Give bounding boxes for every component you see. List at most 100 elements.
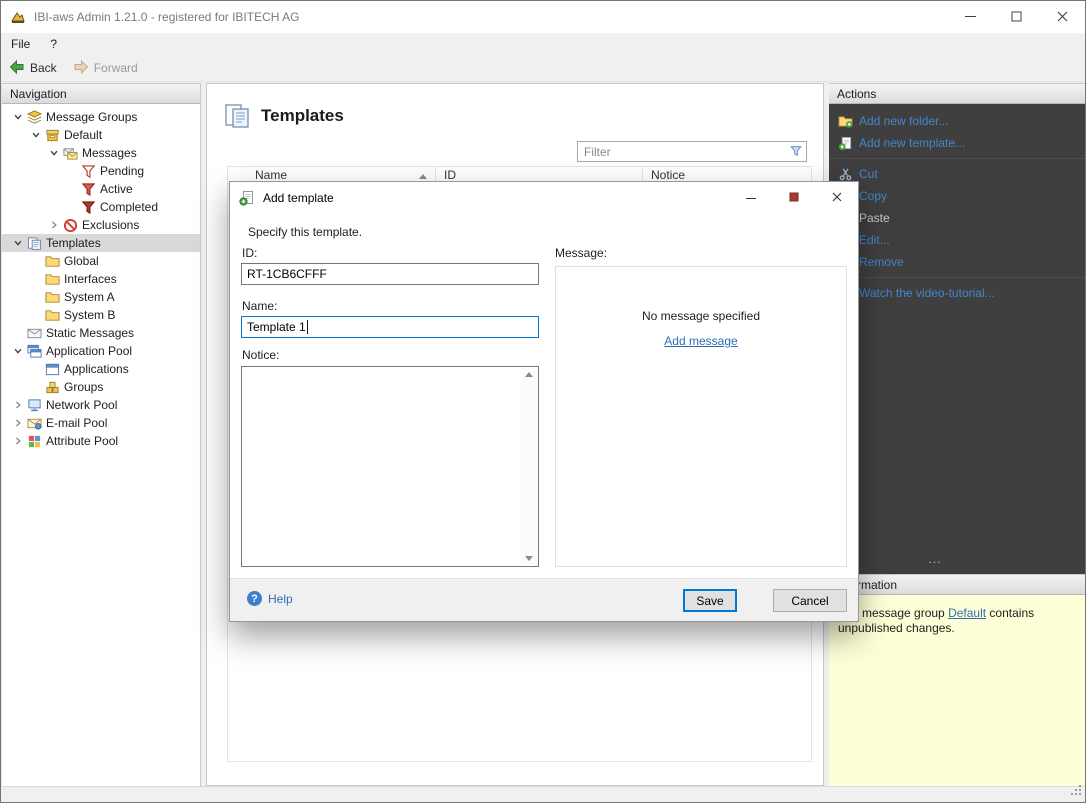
chevron-collapsed-icon[interactable]: [10, 397, 26, 413]
chevron-collapsed-icon[interactable]: [10, 433, 26, 449]
tree-item-messages[interactable]: Messages: [2, 144, 200, 162]
dialog-window-controls: [729, 182, 858, 212]
notice-label: Notice:: [242, 348, 279, 362]
chevron-expanded-icon[interactable]: [10, 235, 26, 251]
window-controls: [947, 1, 1085, 32]
minimize-button[interactable]: [947, 1, 993, 32]
chevron-expanded-icon[interactable]: [28, 127, 44, 143]
actions-separator: [829, 158, 1086, 159]
attribute-pool-icon: [26, 433, 42, 449]
dialog-footer: Help Save Cancel: [230, 578, 858, 621]
forward-button[interactable]: Forward: [65, 56, 146, 81]
action-add-new-folder[interactable]: Add new folder...: [829, 110, 1086, 132]
message-label: Message:: [555, 246, 607, 260]
folder-icon: [44, 253, 60, 269]
close-button[interactable]: [1039, 1, 1085, 32]
action-watch-video-tutorial[interactable]: Watch the video-tutorial...: [829, 282, 1086, 304]
information-header: Information: [829, 574, 1086, 595]
tree-item-templates[interactable]: Templates: [2, 234, 200, 252]
dialog-close-button[interactable]: [815, 182, 858, 212]
application-pool-icon: [26, 343, 42, 359]
scroll-up-icon[interactable]: [525, 372, 533, 377]
help-label: Help: [268, 592, 293, 606]
back-button[interactable]: Back: [1, 56, 65, 81]
tree-item-interfaces[interactable]: Interfaces: [2, 270, 200, 288]
chevron-placeholder: [28, 289, 44, 305]
tree-item-active[interactable]: Active: [2, 180, 200, 198]
chevron-placeholder: [28, 361, 44, 377]
help-button[interactable]: Help: [247, 591, 293, 606]
dialog-subtitle: Specify this template.: [248, 225, 362, 239]
tree-item-groups[interactable]: Groups: [2, 378, 200, 396]
filter-funnel-icon[interactable]: [789, 144, 803, 163]
action-remove[interactable]: Remove: [829, 251, 1086, 273]
toolbar: Back Forward: [1, 55, 1085, 82]
actions-overflow[interactable]: ...: [915, 552, 955, 566]
menu-file[interactable]: File: [1, 34, 40, 54]
navigation-tree: Message Groups Default Messages Pending: [2, 104, 200, 450]
chevron-expanded-icon[interactable]: [46, 145, 62, 161]
app-window: IBI-aws Admin 1.21.0 - registered for IB…: [0, 0, 1086, 803]
resize-grip-icon[interactable]: [1070, 784, 1083, 802]
tree-item-email-pool[interactable]: E-mail Pool: [2, 414, 200, 432]
chevron-expanded-icon[interactable]: [10, 109, 26, 125]
menu-help[interactable]: ?: [40, 34, 67, 54]
action-edit[interactable]: Edit...: [829, 229, 1086, 251]
chevron-collapsed-icon[interactable]: [10, 415, 26, 431]
tree-item-completed[interactable]: Completed: [2, 198, 200, 216]
folder-icon: [44, 271, 60, 287]
message-group-icon: [44, 127, 60, 143]
notice-scrollbar[interactable]: [521, 368, 537, 565]
navigation-header: Navigation: [2, 83, 200, 104]
chevron-placeholder: [10, 325, 26, 341]
chevron-expanded-icon[interactable]: [10, 343, 26, 359]
status-bar: [1, 786, 1085, 803]
tree-item-exclusions[interactable]: Exclusions: [2, 216, 200, 234]
message-groups-icon: [26, 109, 42, 125]
back-arrow-icon: [9, 59, 25, 78]
filter-input[interactable]: [577, 141, 807, 162]
sort-ascending-icon: [419, 174, 427, 179]
dialog-minimize-button[interactable]: [729, 182, 772, 212]
action-paste[interactable]: Paste: [829, 207, 1086, 229]
tree-item-message-groups[interactable]: Message Groups: [2, 108, 200, 126]
dialog-maximize-button[interactable]: [772, 182, 815, 212]
chevron-placeholder: [28, 379, 44, 395]
tree-item-static-messages[interactable]: Static Messages: [2, 324, 200, 342]
chevron-placeholder: [28, 271, 44, 287]
tree-item-system-b[interactable]: System B: [2, 306, 200, 324]
folder-icon: [44, 289, 60, 305]
tree-item-applications[interactable]: Applications: [2, 360, 200, 378]
id-field[interactable]: [241, 263, 539, 285]
scroll-down-icon[interactable]: [525, 556, 533, 561]
cancel-button[interactable]: Cancel: [773, 589, 847, 612]
notice-field[interactable]: [242, 367, 538, 566]
maximize-button[interactable]: [993, 1, 1039, 32]
filter-box: [577, 141, 807, 162]
name-field[interactable]: [241, 316, 539, 338]
tree-item-global[interactable]: Global: [2, 252, 200, 270]
active-filter-icon: [80, 181, 96, 197]
tree-item-default[interactable]: Default: [2, 126, 200, 144]
action-cut[interactable]: Cut: [829, 163, 1086, 185]
tree-item-network-pool[interactable]: Network Pool: [2, 396, 200, 414]
action-copy[interactable]: Copy: [829, 185, 1086, 207]
exclusions-icon: [62, 217, 78, 233]
completed-filter-icon: [80, 199, 96, 215]
action-add-new-template[interactable]: Add new template...: [829, 132, 1086, 154]
actions-header: Actions: [829, 83, 1086, 104]
default-group-link[interactable]: Default: [948, 606, 986, 620]
chevron-collapsed-icon[interactable]: [46, 217, 62, 233]
tree-item-application-pool[interactable]: Application Pool: [2, 342, 200, 360]
name-label: Name:: [242, 299, 277, 313]
chevron-placeholder: [64, 163, 80, 179]
chevron-placeholder: [64, 181, 80, 197]
forward-arrow-icon: [73, 59, 89, 78]
save-button[interactable]: Save: [683, 589, 737, 612]
app-logo-icon: [10, 9, 26, 25]
tree-item-attribute-pool[interactable]: Attribute Pool: [2, 432, 200, 450]
tree-item-pending[interactable]: Pending: [2, 162, 200, 180]
dialog-titlebar: Add template: [230, 182, 858, 213]
add-message-link[interactable]: Add message: [664, 334, 737, 348]
tree-item-system-a[interactable]: System A: [2, 288, 200, 306]
